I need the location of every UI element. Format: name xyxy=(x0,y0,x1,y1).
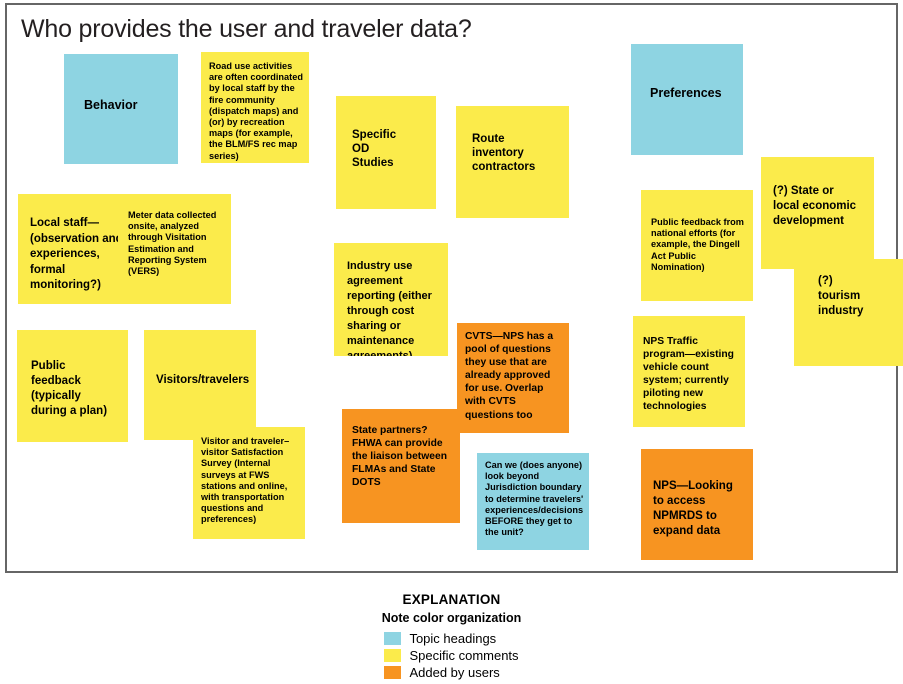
sticky-note-preferences[interactable]: Preferences xyxy=(631,44,743,155)
sticky-note-jurisdiction-boundary-question[interactable]: Can we (does anyone) look beyond Jurisdi… xyxy=(477,453,589,550)
sticky-note-nps-traffic-program[interactable]: NPS Traffic program—existing vehicle cou… xyxy=(633,316,745,427)
sticky-note-text: Specific OD Studies xyxy=(352,129,397,169)
sticky-note-state-partners-fhwa[interactable]: State partners? FHWA can provide the lia… xyxy=(342,409,460,523)
sticky-note-text: Local staff— (observation and experience… xyxy=(30,217,123,291)
sticky-note-industry-use-agreement[interactable]: Industry use agreement reporting (either… xyxy=(334,243,448,356)
sticky-note-text: NPS—Looking to access NPMRDS to expand d… xyxy=(653,480,733,537)
sticky-note-specific-od-studies[interactable]: Specific OD Studies xyxy=(336,96,436,209)
sticky-note-text: NPS Traffic program—existing vehicle cou… xyxy=(643,336,734,413)
legend-row: Specific comments xyxy=(384,647,519,663)
sticky-note-text: Public feedback (typically during a plan… xyxy=(31,360,108,417)
sticky-note-text: Behavior xyxy=(84,98,138,112)
sticky-note-nps-npmrds[interactable]: NPS—Looking to access NPMRDS to expand d… xyxy=(641,449,753,560)
page-title: Who provides the user and traveler data? xyxy=(21,15,472,43)
sticky-note-cvts-nps[interactable]: CVTS—NPS has a pool of questions they us… xyxy=(457,323,569,433)
sticky-note-text: CVTS—NPS has a pool of questions they us… xyxy=(465,331,554,421)
explanation-block: EXPLANATION Note color organization Topi… xyxy=(0,592,903,684)
sticky-note-behavior[interactable]: Behavior xyxy=(64,54,178,164)
sticky-note-road-use-activities[interactable]: Road use activities are often coordinate… xyxy=(201,52,309,163)
explanation-title: EXPLANATION xyxy=(402,592,501,607)
legend-color-swatch xyxy=(384,665,402,679)
legend-color-swatch xyxy=(384,648,402,662)
legend-row: Topic headings xyxy=(384,630,518,646)
legend-label: Specific comments xyxy=(409,647,519,663)
explanation-subtitle: Note color organization xyxy=(381,611,522,625)
legend-list: Topic headings Specific comments Added by … xyxy=(384,629,519,680)
diagram-board: Who provides the user and traveler data?… xyxy=(5,3,903,573)
sticky-note-route-inventory-contractors[interactable]: Route inventory contractors xyxy=(456,106,569,218)
sticky-note-text: Preferences xyxy=(650,86,722,100)
sticky-note-text: (?) tourism industry xyxy=(818,275,864,317)
sticky-note-tourism-industry[interactable]: (?) tourism industry xyxy=(794,259,903,366)
legend-label: Topic headings xyxy=(409,630,497,646)
legend-label: Added by users xyxy=(409,664,500,680)
sticky-note-text: Can we (does anyone) look beyond Jurisdi… xyxy=(485,460,584,538)
sticky-note-state-local-economic-development[interactable]: (?) State or local economic development xyxy=(761,157,874,269)
sticky-note-text: Route inventory contractors xyxy=(472,133,536,173)
sticky-note-text: Industry use agreement reporting (either… xyxy=(347,260,432,356)
sticky-note-meter-data[interactable]: Meter data collected onsite, analyzed th… xyxy=(118,194,231,304)
sticky-note-public-feedback-national[interactable]: Public feedback from national efforts (f… xyxy=(641,190,753,301)
sticky-note-text: Meter data collected onsite, analyzed th… xyxy=(128,210,217,277)
sticky-note-text: State partners? FHWA can provide the lia… xyxy=(352,425,447,489)
legend-row: Added by users xyxy=(384,664,518,680)
sticky-note-text: Public feedback from national efforts (f… xyxy=(651,217,744,272)
sticky-note-public-feedback-plan[interactable]: Public feedback (typically during a plan… xyxy=(17,330,128,442)
sticky-note-text: Visitors/travelers xyxy=(156,374,250,386)
sticky-note-text: (?) State or local economic development xyxy=(773,185,857,227)
legend-color-swatch xyxy=(384,631,402,645)
sticky-note-text: Road use activities are often coordinate… xyxy=(209,61,303,161)
sticky-note-visitor-satisfaction-survey[interactable]: Visitor and traveler–visitor Satisfactio… xyxy=(193,427,305,539)
sticky-note-visitors-travelers[interactable]: Visitors/travelers xyxy=(144,330,256,440)
sticky-note-text: Visitor and traveler–visitor Satisfactio… xyxy=(201,436,290,525)
sticky-note-local-staff[interactable]: Local staff— (observation and experience… xyxy=(18,194,131,304)
